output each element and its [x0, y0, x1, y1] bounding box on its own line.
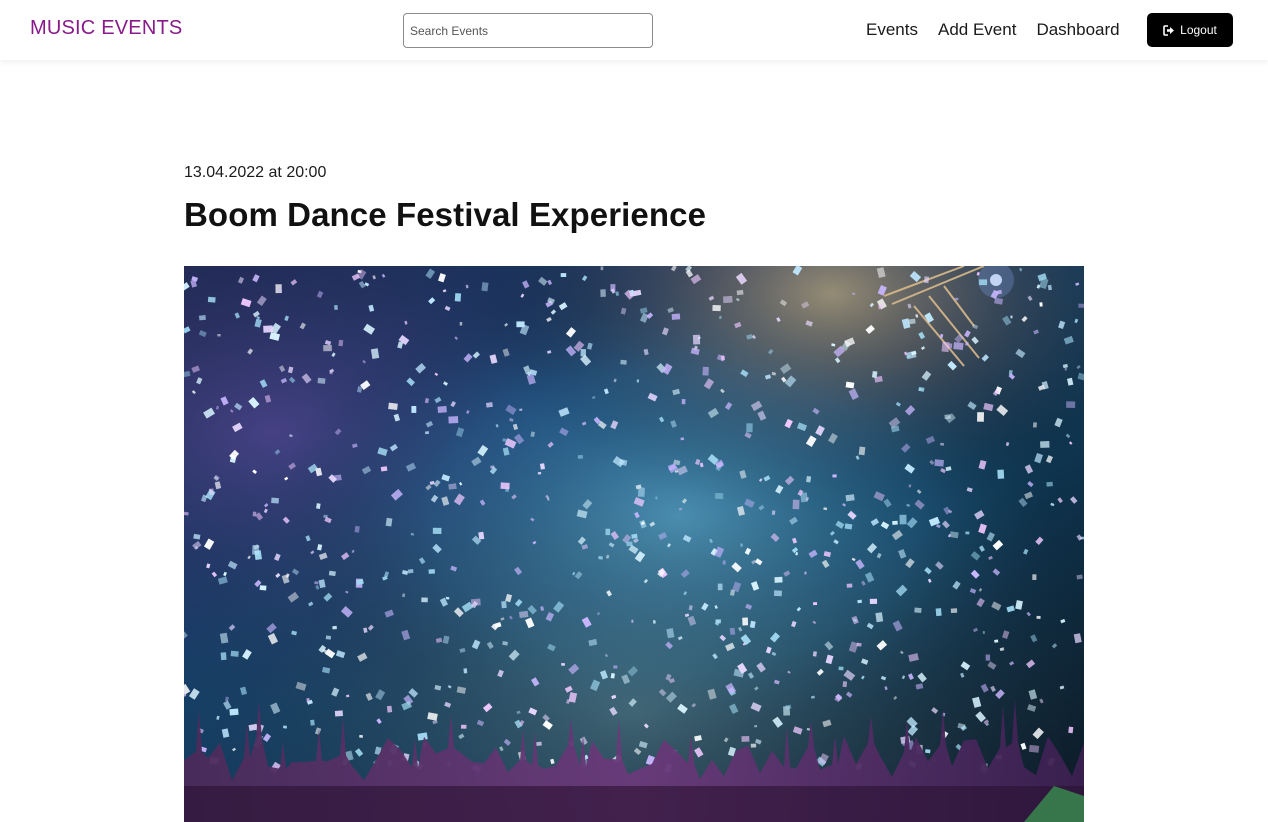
event-date: 13.04.2022 at 20:00 [184, 164, 327, 181]
event-image [184, 266, 1084, 822]
logout-button[interactable]: Logout [1147, 13, 1233, 47]
search-input[interactable] [403, 13, 653, 48]
event-title: Boom Dance Festival Experience [184, 196, 707, 233]
nav-link-events[interactable]: Events [866, 19, 918, 41]
concert-photo [184, 266, 1084, 822]
top-navbar: MUSIC EVENTS Events Add Event Dashboard … [0, 0, 1268, 60]
logout-label: Logout [1180, 23, 1217, 37]
nav-links: Events Add Event Dashboard [866, 19, 1120, 41]
brand-logo[interactable]: MUSIC EVENTS [30, 17, 182, 40]
sign-out-icon [1163, 24, 1175, 36]
nav-link-add-event[interactable]: Add Event [938, 19, 1016, 41]
nav-link-dashboard[interactable]: Dashboard [1036, 19, 1119, 41]
